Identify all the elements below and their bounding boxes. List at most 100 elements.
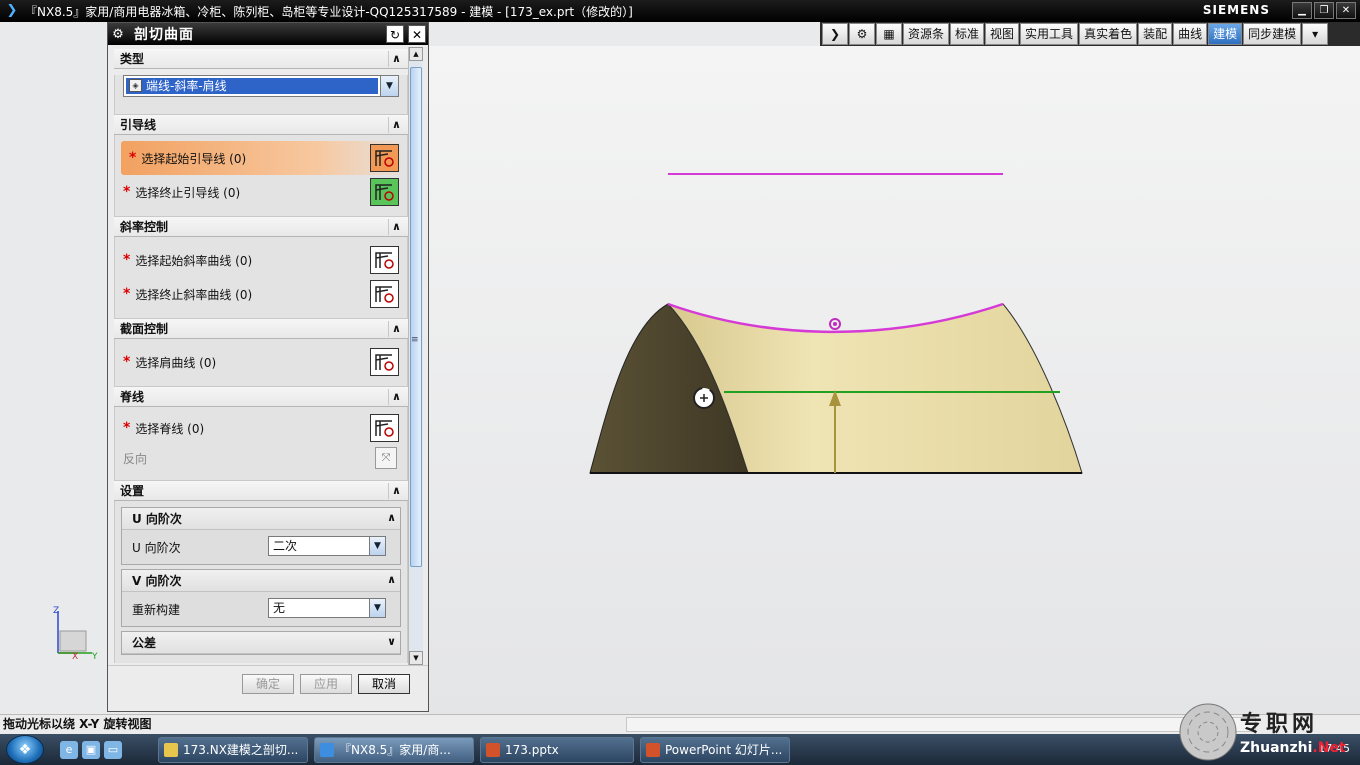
u-degree-header[interactable]: U 向阶次 ∧ xyxy=(122,508,400,530)
restore-button[interactable]: ❐ xyxy=(1314,2,1334,19)
dialog-scrollbar[interactable]: ▲ ≡ ▼ xyxy=(408,47,423,665)
start-button[interactable]: ❖ xyxy=(6,735,44,764)
select-shoulder-label: 选择肩曲线 (0) xyxy=(135,355,217,370)
toolbar-tab-5[interactable]: 装配 xyxy=(1138,23,1173,45)
v-degree-subgroup: V 向阶次 ∧ 重新构建 无 ▼ xyxy=(121,569,401,627)
u-degree-subgroup: U 向阶次 ∧ U 向阶次 二次 ▼ xyxy=(121,507,401,565)
group-header-spine[interactable]: 脊线 ∧ xyxy=(114,387,408,407)
ie-icon[interactable]: e xyxy=(60,741,78,759)
select-start-slope-row[interactable]: * 选择起始斜率曲线 (0) xyxy=(115,243,407,277)
graphics-viewport[interactable] xyxy=(428,46,1360,714)
chevron-down-icon[interactable]: ▼ xyxy=(380,76,398,96)
chevron-up-icon[interactable]: ∧ xyxy=(388,219,404,235)
taskbar-item-folder[interactable]: 173.NX建模之剖切... xyxy=(158,737,308,763)
chevron-up-icon[interactable]: ∧ xyxy=(387,573,396,586)
group-label: 引导线 xyxy=(120,118,157,132)
chevron-down-icon[interactable]: ∨ xyxy=(387,635,396,648)
required-star-icon: * xyxy=(123,286,131,302)
taskbar-item-label: 『NX8.5』家用/商... xyxy=(339,743,451,757)
u-degree-select[interactable]: 二次 ▼ xyxy=(268,536,386,556)
explorer-icon[interactable]: ▣ xyxy=(82,741,100,759)
required-star-icon: * xyxy=(123,184,131,200)
curve-select-icon[interactable] xyxy=(370,178,399,206)
cancel-button[interactable]: 取消 xyxy=(358,674,410,694)
watermark-sub-prefix: Zhuanzhi xyxy=(1240,740,1313,756)
group-body-type: ◈ 端线-斜率-肩线 ▼ xyxy=(114,75,408,115)
nx-logo-icon[interactable]: ❯ xyxy=(822,23,848,45)
toolbar-tab-1[interactable]: 标准 xyxy=(950,23,985,45)
type-select[interactable]: ◈ 端线-斜率-肩线 ▼ xyxy=(123,75,399,97)
chevron-up-icon[interactable]: ∧ xyxy=(388,389,404,405)
v-degree-header-label: V 向阶次 xyxy=(132,574,182,588)
scroll-down-icon[interactable]: ▼ xyxy=(409,651,423,665)
powerpoint-icon xyxy=(486,743,500,757)
curve-select-icon[interactable] xyxy=(370,280,399,308)
apply-button[interactable]: 应用 xyxy=(300,674,352,694)
close-button[interactable]: ✕ xyxy=(1336,2,1356,19)
grid-icon[interactable]: ▦ xyxy=(876,23,902,45)
curve-select-icon[interactable] xyxy=(370,414,399,442)
siemens-brand: SIEMENS xyxy=(1202,3,1270,17)
toolbar-tab-2[interactable]: 视图 xyxy=(985,23,1020,45)
curve-select-icon[interactable] xyxy=(370,348,399,376)
select-end-guide-label: 选择终止引导线 (0) xyxy=(135,185,241,200)
rebuild-select[interactable]: 无 ▼ xyxy=(268,598,386,618)
chevron-up-icon[interactable]: ∧ xyxy=(387,511,396,524)
select-shoulder-row[interactable]: * 选择肩曲线 (0) xyxy=(115,345,407,379)
required-star-icon: * xyxy=(123,252,131,268)
watermark-title: 专职网 xyxy=(1240,711,1319,737)
v-degree-header[interactable]: V 向阶次 ∧ xyxy=(122,570,400,592)
scroll-thumb[interactable] xyxy=(410,67,422,567)
taskbar-item-slideshow[interactable]: PowerPoint 幻灯片... xyxy=(640,737,790,763)
chevron-up-icon[interactable]: ∧ xyxy=(388,321,404,337)
select-start-guide-row[interactable]: * 选择起始引导线 (0) xyxy=(121,141,401,175)
select-spine-row[interactable]: * 选择脊线 (0) xyxy=(115,411,407,445)
dialog-gear-icon[interactable]: ⚙ xyxy=(108,27,128,42)
chevron-up-icon[interactable]: ∧ xyxy=(388,483,404,499)
reset-icon[interactable]: ↻ xyxy=(386,25,404,43)
ok-button[interactable]: 确定 xyxy=(242,674,294,694)
group-header-slope[interactable]: 斜率控制 ∧ xyxy=(114,217,408,237)
toolbar-tab-8[interactable]: 同步建模 xyxy=(1243,23,1302,45)
gear-icon[interactable]: ⚙ xyxy=(849,23,875,45)
group-header-guide[interactable]: 引导线 ∧ xyxy=(114,115,408,135)
toolbar-tab-7[interactable]: 建模 xyxy=(1208,23,1243,45)
group-body-slope: * 选择起始斜率曲线 (0) * 选择终止斜率曲线 (0) xyxy=(114,237,408,319)
axis-y-label: Y xyxy=(91,652,98,662)
taskbar-item-nx[interactable]: 『NX8.5』家用/商... xyxy=(314,737,474,763)
rebuild-label: 重新构建 xyxy=(132,602,181,617)
nx-app-icon[interactable]: ❯ xyxy=(3,2,21,20)
chevron-up-icon[interactable]: ∧ xyxy=(388,117,404,133)
scroll-up-icon[interactable]: ▲ xyxy=(409,47,423,61)
select-end-guide-row[interactable]: * 选择终止引导线 (0) xyxy=(115,175,407,209)
u-degree-row: U 向阶次 二次 ▼ xyxy=(122,530,400,564)
dialog-title: 剖切曲面 xyxy=(134,27,194,43)
group-header-type[interactable]: 类型 ∧ xyxy=(114,49,408,69)
chevron-up-icon[interactable]: ∧ xyxy=(388,51,404,67)
group-header-section[interactable]: 截面控制 ∧ xyxy=(114,319,408,339)
chevron-down-icon[interactable]: ▼ xyxy=(369,599,385,617)
reverse-direction-icon[interactable]: ⤧ xyxy=(375,447,397,469)
window-title: 『NX8.5』家用/商用电器冰箱、冷柜、陈列柜、岛柜等专业设计-QQ125317… xyxy=(25,4,633,19)
select-end-slope-row[interactable]: * 选择终止斜率曲线 (0) xyxy=(115,277,407,311)
taskbar-item-pptx[interactable]: 173.pptx xyxy=(480,737,634,763)
curve-select-icon[interactable] xyxy=(370,144,399,172)
chevron-down-icon[interactable]: ▼ xyxy=(369,537,385,555)
toolbar-tab-4[interactable]: 真实着色 xyxy=(1079,23,1138,45)
toolbar-tab-0[interactable]: 资源条 xyxy=(903,23,950,45)
group-body-settings: U 向阶次 ∧ U 向阶次 二次 ▼ V 向阶次 ∧ 重新构建 无 ▼ 公差 ∨ xyxy=(114,501,408,663)
select-end-slope-label: 选择终止斜率曲线 (0) xyxy=(135,287,253,302)
tolerance-header[interactable]: 公差 ∨ xyxy=(122,632,400,654)
dialog-header[interactable]: ⚙ 剖切曲面 ↻ ✕ xyxy=(108,23,428,45)
group-header-settings[interactable]: 设置 ∧ xyxy=(114,481,408,501)
minimize-button[interactable]: ▁ xyxy=(1292,2,1312,19)
toolbar-tab-6[interactable]: 曲线 xyxy=(1173,23,1208,45)
toolbar-more-button[interactable]: ▾ xyxy=(1302,23,1329,45)
dialog-close-icon[interactable]: ✕ xyxy=(408,25,426,43)
group-label: 斜率控制 xyxy=(120,220,169,234)
toolbar-tab-3[interactable]: 实用工具 xyxy=(1020,23,1079,45)
curve-select-icon[interactable] xyxy=(370,246,399,274)
u-degree-value: 二次 xyxy=(273,539,298,553)
show-desktop-icon[interactable]: ▭ xyxy=(104,741,122,759)
rotate-cursor-icon xyxy=(693,387,715,409)
